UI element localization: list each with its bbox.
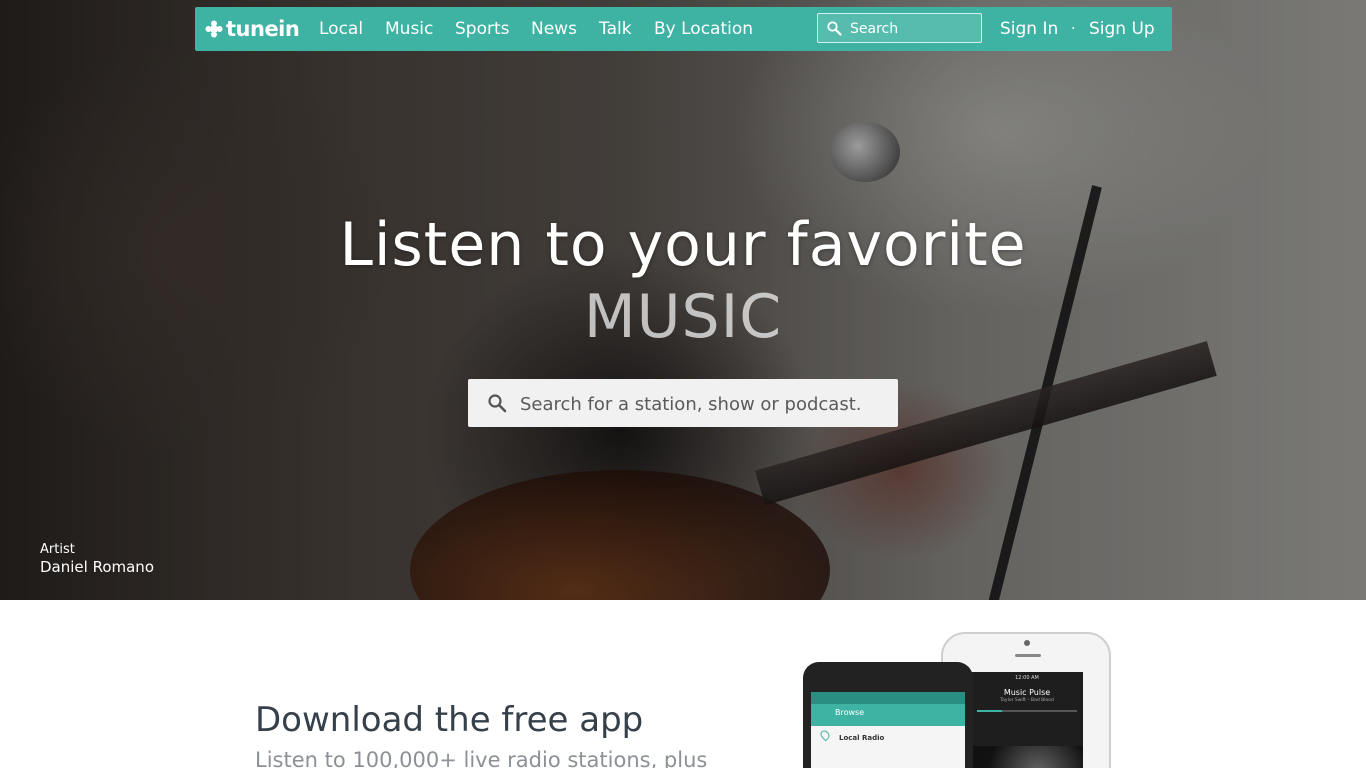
download-app-title: Download the free app	[255, 700, 644, 740]
sign-in-link[interactable]: Sign In	[1000, 7, 1058, 51]
artist-credit-name[interactable]: Daniel Romano	[40, 558, 154, 576]
search-icon	[827, 21, 842, 36]
playback-progress-fill	[977, 710, 1002, 712]
android-row-title: Local Radio	[839, 734, 885, 742]
hero-category: MUSIC	[583, 282, 783, 352]
download-app-text: Listen to 100,000+ live radio stations, …	[255, 748, 708, 768]
nav-search-input[interactable]	[848, 17, 980, 41]
nav-news[interactable]: News	[531, 7, 577, 51]
top-navbar: tunein Local Music Sports News Talk By L…	[195, 7, 1172, 51]
now-playing-subtitle: Taylor Swift – Bad Blood	[1000, 698, 1054, 703]
android-phone-mockup: Browse Local Radio	[803, 662, 973, 768]
ios-status-time: 12:00 AM	[1015, 675, 1039, 681]
playback-progress-bar	[977, 710, 1077, 712]
sign-up-link[interactable]: Sign Up	[1089, 7, 1155, 51]
tunein-logo[interactable]: tunein	[205, 16, 300, 42]
now-playing-title: Music Pulse	[1003, 688, 1051, 697]
nav-music[interactable]: Music	[385, 7, 433, 51]
nav-local[interactable]: Local	[319, 7, 363, 51]
nav-sports[interactable]: Sports	[455, 7, 510, 51]
hero-headline: Listen to your favorite	[339, 210, 1027, 280]
artist-credit-label: Artist	[40, 542, 75, 557]
tunein-plus-icon	[205, 20, 223, 38]
android-app-bar: Browse	[811, 704, 965, 726]
camera-icon	[1024, 640, 1030, 646]
hero-search-input[interactable]	[518, 389, 892, 419]
nav-separator: ·	[1071, 21, 1076, 37]
android-status-bar	[811, 692, 965, 704]
hero-search-box[interactable]	[468, 379, 898, 427]
nav-talk[interactable]: Talk	[599, 7, 632, 51]
hero-banner: Listen to your favorite MUSIC Artist Dan…	[0, 0, 1366, 600]
android-appbar-title: Browse	[835, 708, 865, 717]
search-icon	[488, 394, 507, 413]
nav-by-location[interactable]: By Location	[654, 7, 753, 51]
iphone-screen: 12:00 AM Music Pulse Taylor Swift – Bad …	[971, 672, 1083, 768]
location-pin-icon	[818, 728, 832, 742]
album-art	[971, 746, 1083, 768]
nav-search-box[interactable]	[817, 13, 982, 43]
android-screen: Browse Local Radio	[811, 692, 965, 768]
logo-text: tunein	[226, 17, 300, 41]
speaker-grille	[1015, 654, 1041, 657]
